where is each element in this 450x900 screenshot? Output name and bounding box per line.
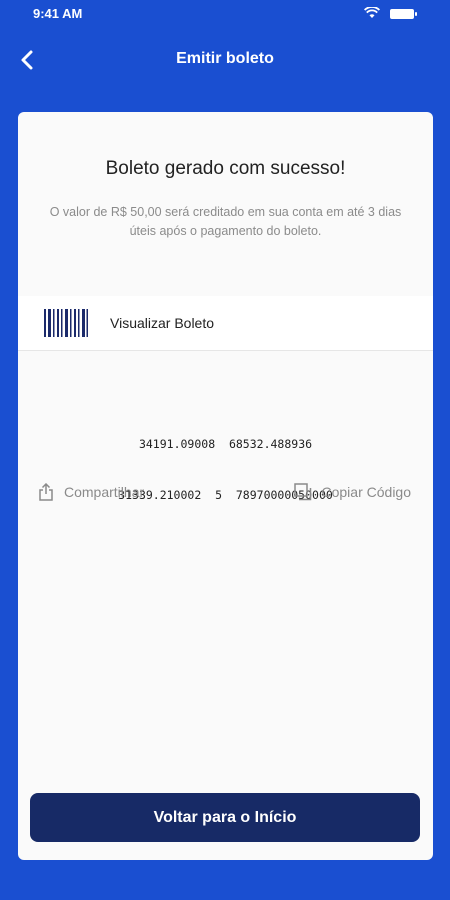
success-description: O valor de R$ 50,00 será creditado em su… (49, 205, 402, 238)
barcode-icon (44, 309, 88, 337)
back-to-home-button[interactable]: Voltar para o Início (30, 793, 420, 842)
view-boleto-label: Visualizar Boleto (110, 315, 215, 331)
copy-icon (293, 483, 311, 501)
view-boleto-button[interactable]: Visualizar Boleto (18, 296, 433, 351)
barcode-line-1: 34191.09008 68532.488936 (138, 437, 313, 451)
share-icon (39, 483, 53, 501)
success-title: Boleto gerado com sucesso! (105, 158, 346, 179)
barcode-number[interactable]: 34191.09008 68532.488936 31339.210002 5 … (18, 402, 433, 538)
header: Emitir boleto (0, 38, 450, 82)
copy-label: Copiar Código (321, 484, 412, 500)
status-bar: 9:41 AM (0, 0, 450, 28)
page-title: Emitir boleto (176, 50, 274, 67)
actions-row: Compartilhar Copiar Código (18, 480, 433, 504)
share-label: Compartilhar (64, 484, 145, 500)
status-time: 9:41 AM (33, 6, 83, 21)
boleto-card: Boleto gerado com sucesso! O valor de R$… (18, 112, 433, 860)
battery-icon (390, 9, 417, 19)
wifi-icon (364, 7, 380, 18)
copy-code-button[interactable]: Copiar Código (293, 480, 412, 504)
share-button[interactable]: Compartilhar (38, 480, 144, 504)
